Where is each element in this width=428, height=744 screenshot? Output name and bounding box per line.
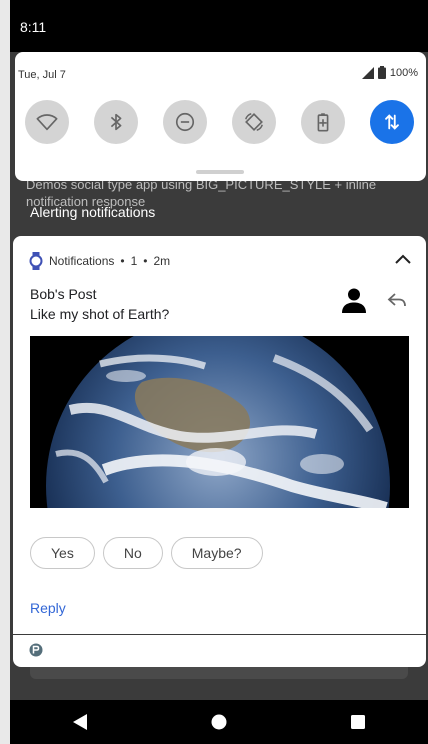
do-not-disturb-icon [175,112,195,132]
battery-percent: 100% [389,66,418,79]
reply-button[interactable]: Reply [30,600,66,616]
qs-tiles [25,100,414,144]
auto-rotate-tile[interactable] [232,100,276,144]
battery-saver-tile[interactable] [301,100,345,144]
cell-signal-icon [361,66,374,79]
earth-picture [30,336,409,508]
qs-status-icons: 100% [361,66,418,79]
mobile-data-icon [385,114,399,130]
notification-actions: Yes No Maybe? [30,537,263,569]
wifi-icon [36,114,58,131]
back-icon[interactable] [72,713,88,731]
action-yes-button[interactable]: Yes [30,537,95,569]
recents-icon[interactable] [350,714,366,730]
action-no-button[interactable]: No [102,537,163,569]
shade-bottom-strip [30,667,408,679]
reply-arrow-icon[interactable] [387,292,407,308]
status-bar: 8:11 [10,0,428,52]
app-icon [29,643,43,657]
chevron-up-icon[interactable] [394,253,412,265]
qs-date: Tue, Jul 7 [18,69,66,81]
bluetooth-icon [110,113,122,131]
battery-saver-icon [317,113,329,132]
navigation-bar [10,700,428,744]
battery-icon [377,66,386,79]
separator-dot: • [143,254,148,268]
wifi-tile[interactable] [25,100,69,144]
qs-drag-handle[interactable] [196,170,244,174]
phone-screen: 8:11 Demos social type app using BIG_PIC… [10,0,428,744]
mobile-data-tile[interactable] [370,100,414,144]
action-maybe-button[interactable]: Maybe? [170,537,263,569]
person-icon [342,288,366,313]
notification-age: 2m [153,254,171,268]
separator-dot: • [120,254,125,268]
app-name: Notifications [49,254,115,268]
quick-settings-panel: Tue, Jul 7 100% [15,52,426,181]
notification-text: Like my shot of Earth? [30,306,170,322]
watch-icon [29,252,43,270]
notification-header: Notifications • 1 • 2m [29,252,170,270]
notification-card[interactable]: Notifications • 1 • 2m Bob's Post Like m… [13,236,426,634]
dnd-tile[interactable] [163,100,207,144]
home-icon[interactable] [211,714,227,730]
notification-title: Bob's Post [30,286,97,302]
auto-rotate-icon [245,113,263,131]
bluetooth-tile[interactable] [94,100,138,144]
status-time: 8:11 [20,19,47,35]
notification-card-collapsed[interactable] [13,635,426,667]
section-header: Alerting notifications [30,204,156,220]
notification-count: 1 [130,254,138,268]
